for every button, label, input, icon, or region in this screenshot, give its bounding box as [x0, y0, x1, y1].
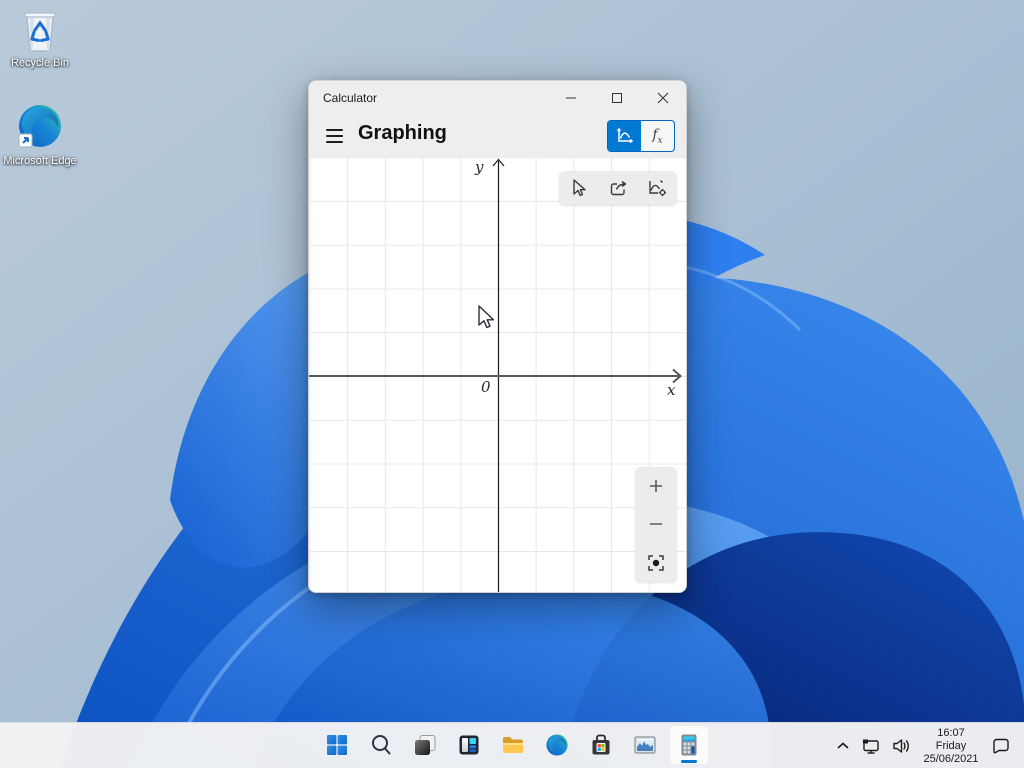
performance-monitor-button[interactable]: [625, 725, 665, 765]
page-title: Graphing: [358, 122, 447, 145]
clock[interactable]: 16:07 Friday 25/06/2021: [916, 726, 986, 766]
share-icon: [608, 178, 628, 198]
graph-axes: [309, 157, 687, 593]
fx-icon: fx: [652, 127, 662, 146]
store-icon: [589, 733, 613, 757]
titlebar[interactable]: Calculator: [309, 81, 686, 115]
network-button[interactable]: [856, 726, 886, 766]
store-button[interactable]: [581, 725, 621, 765]
edge-icon: [545, 733, 569, 757]
volume-button[interactable]: [886, 726, 916, 766]
search-button[interactable]: [361, 725, 401, 765]
function-list-button[interactable]: fx: [641, 121, 674, 151]
menu-button[interactable]: [319, 122, 349, 150]
taskbar: 16:07 Friday 25/06/2021: [0, 722, 1024, 768]
desktop-icon-microsoft-edge[interactable]: Microsoft Edge: [2, 102, 78, 167]
zoom-in-button[interactable]: [638, 469, 674, 503]
reset-view-button[interactable]: [638, 546, 674, 580]
edge-icon: [15, 102, 65, 152]
recycle-bin-icon: [17, 8, 63, 54]
start-button[interactable]: [317, 725, 357, 765]
notification-icon: [991, 737, 1011, 755]
app-navbar: Graphing fx: [309, 115, 686, 157]
minimize-button[interactable]: [548, 81, 594, 115]
zoom-out-icon: [648, 516, 664, 532]
desktop-icon-recycle-bin[interactable]: Recycle Bin: [2, 8, 78, 69]
trace-pointer-icon: [569, 178, 589, 198]
trace-pointer-button[interactable]: [562, 173, 596, 203]
origin-label: 0: [481, 378, 491, 396]
y-axis-label: y: [475, 158, 483, 176]
calculator-taskbar-button[interactable]: [669, 725, 709, 765]
x-axis-label: x: [667, 381, 675, 399]
file-explorer-button[interactable]: [493, 725, 533, 765]
search-icon: [369, 733, 393, 757]
desktop-icon-label: Microsoft Edge: [2, 155, 78, 167]
calculator-window: Calculator Graphing: [308, 80, 687, 593]
task-view-icon: [413, 733, 437, 757]
volume-icon: [891, 737, 911, 755]
chevron-up-icon: [835, 738, 851, 754]
mouse-cursor: [477, 305, 496, 331]
network-icon: [861, 737, 881, 755]
graph-icon: [615, 127, 635, 145]
maximize-button[interactable]: [594, 81, 640, 115]
windows-start-icon: [325, 733, 349, 757]
reset-view-icon: [647, 554, 665, 572]
view-toggle: fx: [607, 120, 675, 152]
widgets-icon: [457, 733, 481, 757]
maximize-icon: [611, 92, 623, 104]
zoom-in-icon: [648, 478, 664, 494]
close-button[interactable]: [640, 81, 686, 115]
system-tray: 16:07 Friday 25/06/2021: [830, 723, 1016, 769]
desktop-icon-label: Recycle Bin: [2, 57, 78, 69]
edge-button[interactable]: [537, 725, 577, 765]
share-button[interactable]: [601, 173, 635, 203]
graph-options-button[interactable]: [640, 173, 674, 203]
tray-day: Friday: [920, 740, 982, 753]
zoom-out-button[interactable]: [638, 507, 674, 541]
hidden-icons-button[interactable]: [830, 726, 856, 766]
performance-chart-icon: [633, 733, 657, 757]
widgets-button[interactable]: [449, 725, 489, 765]
notification-center-button[interactable]: [986, 726, 1016, 766]
close-icon: [657, 92, 669, 104]
file-explorer-icon: [501, 733, 525, 757]
tray-date: 25/06/2021: [920, 753, 982, 766]
zoom-controls: [635, 467, 677, 582]
task-view-button[interactable]: [405, 725, 445, 765]
calculator-icon: [677, 733, 701, 757]
minimize-icon: [565, 92, 577, 104]
graph-toolbar: [559, 171, 677, 205]
graph-view-button[interactable]: [608, 121, 641, 151]
tray-time: 16:07: [920, 727, 982, 740]
taskbar-center: [317, 725, 709, 765]
graph-canvas[interactable]: y x 0: [309, 157, 687, 593]
window-title: Calculator: [323, 81, 377, 115]
graph-options-icon: [646, 178, 668, 198]
